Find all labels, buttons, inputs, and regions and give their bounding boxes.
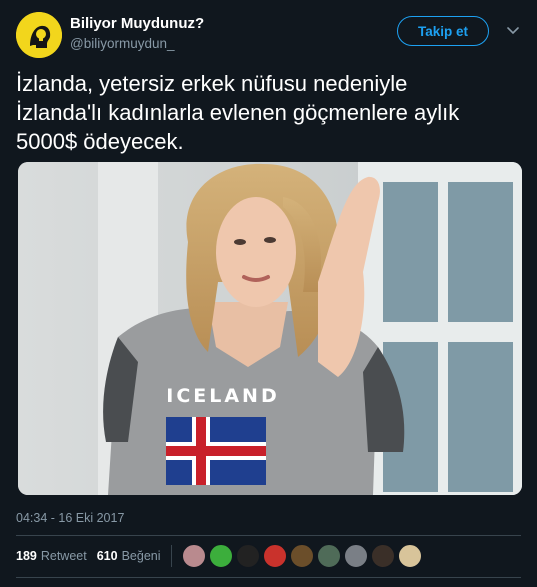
like-count-value: 610 [96, 549, 118, 563]
liker-avatar[interactable] [209, 544, 233, 568]
liker-avatar[interactable] [236, 544, 260, 568]
author-handle[interactable]: @biliyormuydun_ [70, 36, 175, 51]
photo-illustration: ICELAND [18, 162, 522, 495]
like-count-label: Beğeni [121, 549, 161, 563]
shirt-text: ICELAND [166, 385, 279, 407]
divider [16, 535, 521, 536]
liker-avatar[interactable] [398, 544, 422, 568]
stats-separator [171, 545, 172, 567]
tweet-line: İzlanda'lı kadınlarla evlenen göçmenlere… [16, 100, 460, 125]
like-count[interactable]: 610 Beğeni [97, 549, 161, 563]
liker-avatar[interactable] [317, 544, 341, 568]
tweet: Biliyor Muydunuz? @biliyormuydun_ Takip … [0, 0, 537, 587]
liker-avatar[interactable] [290, 544, 314, 568]
retweet-count-label: Retweet [40, 549, 87, 563]
liker-avatars [182, 544, 422, 568]
liker-avatar[interactable] [344, 544, 368, 568]
timestamp[interactable]: 04:34 - 16 Eki 2017 [16, 511, 124, 525]
chevron-down-icon[interactable] [505, 24, 521, 38]
liker-avatar[interactable] [263, 544, 287, 568]
liker-avatar[interactable] [371, 544, 395, 568]
tweet-stats: 189 Retweet 610 Beğeni [16, 547, 161, 565]
tweet-line: 5000$ ödeyecek. [16, 129, 184, 154]
author-name[interactable]: Biliyor Muydunuz? [70, 15, 204, 32]
tweet-line: İzlanda, yetersiz erkek nüfusu nedeniyle [16, 71, 408, 96]
divider [16, 577, 521, 578]
avatar[interactable] [16, 12, 62, 58]
retweet-count-value: 189 [16, 549, 37, 563]
iceland-flag-icon [166, 417, 266, 485]
tweet-text: İzlanda, yetersiz erkek nüfusu nedeniyle… [16, 69, 521, 156]
tweet-photo[interactable]: ICELAND [18, 162, 522, 495]
follow-button[interactable]: Takip et [397, 16, 489, 46]
liker-avatar[interactable] [182, 544, 206, 568]
retweet-count[interactable]: 189 Retweet [16, 549, 87, 563]
